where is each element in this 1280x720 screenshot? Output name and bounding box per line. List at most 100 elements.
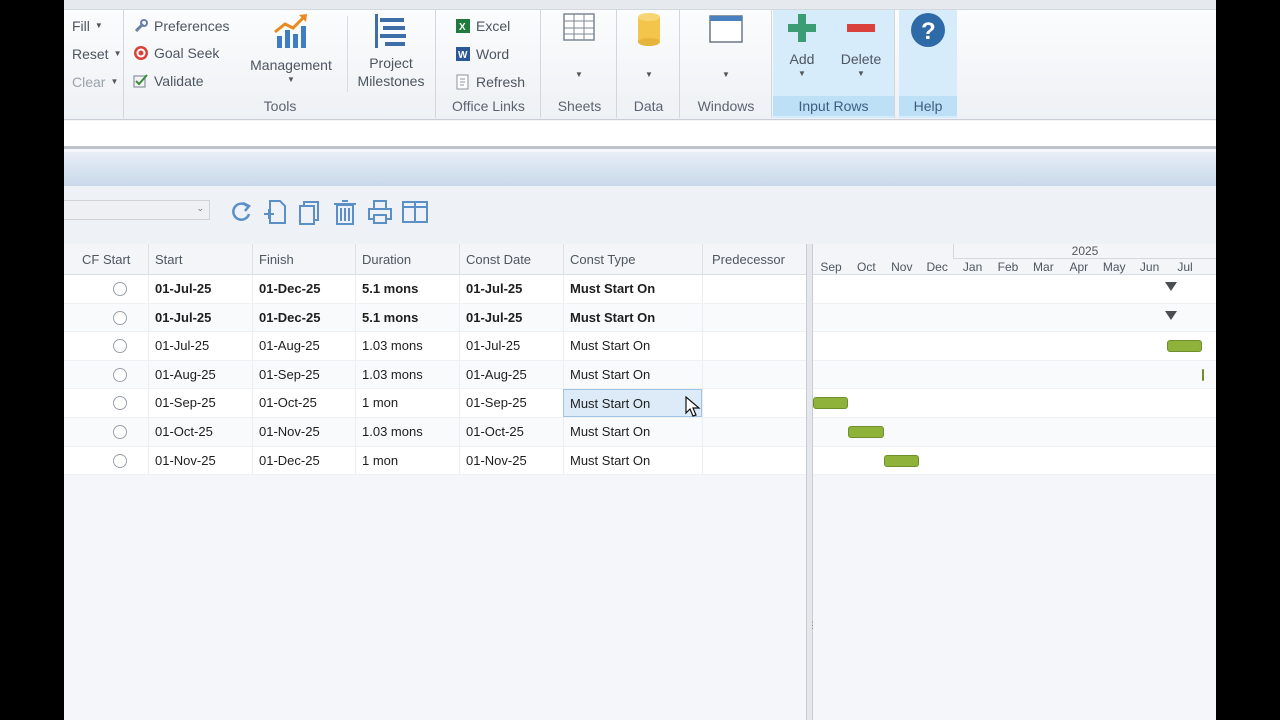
finish-cell[interactable]: 01-Dec-25 <box>252 446 355 475</box>
clear-button[interactable]: Clear ▼ <box>72 71 118 93</box>
column-header-start[interactable]: Start <box>148 244 252 275</box>
table-row[interactable]: 01-Nov-25 01-Dec-25 1 mon 01-Nov-25 Must Sta… <box>64 446 806 476</box>
column-header-predecessor[interactable]: Predecessor <box>702 244 806 275</box>
finish-cell[interactable]: 01-Aug-25 <box>252 332 355 361</box>
help-button[interactable]: ? <box>909 12 947 52</box>
const-date-cell[interactable]: 01-Jul-25 <box>459 332 563 361</box>
const-date-cell[interactable]: 01-Jul-25 <box>459 275 563 303</box>
goal-seek-button[interactable]: Goal Seek <box>133 42 219 64</box>
trash-icon[interactable] <box>331 198 359 226</box>
const-type-cell[interactable]: Must Start On <box>563 360 702 389</box>
const-type-cell[interactable]: Must Start On <box>563 275 702 303</box>
refresh-button[interactable]: Refresh <box>455 71 525 93</box>
duration-cell[interactable]: 1 mon <box>355 389 459 418</box>
const-type-cell[interactable]: Must Start On <box>563 446 702 475</box>
cf-start-radio[interactable] <box>113 310 127 325</box>
duration-cell[interactable]: 5.1 mons <box>355 275 459 303</box>
duration-cell[interactable]: 1 mon <box>355 446 459 475</box>
preferences-button[interactable]: Preferences <box>133 15 229 37</box>
finish-cell[interactable]: 01-Dec-25 <box>252 303 355 332</box>
data-button[interactable]: ▼ <box>630 12 668 80</box>
duration-cell[interactable]: 1.03 mons <box>355 332 459 361</box>
start-cell[interactable]: 01-Nov-25 <box>148 446 252 475</box>
validate-button[interactable]: Validate <box>133 70 204 92</box>
pane-splitter[interactable]: ⋮ <box>806 244 817 720</box>
start-cell[interactable]: 01-Jul-25 <box>148 303 252 332</box>
project-milestones-button[interactable]: Project Milestones <box>351 12 431 90</box>
cf-start-cell[interactable] <box>76 389 148 417</box>
column-header-duration[interactable]: Duration <box>355 244 459 275</box>
const-type-cell[interactable]: Must Start On <box>563 389 702 418</box>
insert-doc-icon[interactable] <box>262 198 290 226</box>
start-cell[interactable]: 01-Aug-25 <box>148 360 252 389</box>
print-icon[interactable] <box>366 198 394 226</box>
table-row[interactable]: 01-Aug-25 01-Sep-25 1.03 mons 01-Aug-25 Must… <box>64 360 806 390</box>
const-date-cell[interactable]: 01-Oct-25 <box>459 418 563 446</box>
add-row-button[interactable]: Add ▼ <box>781 12 823 79</box>
task-bar[interactable] <box>848 426 884 438</box>
delete-row-button[interactable]: Delete ▼ <box>835 12 887 79</box>
cf-start-radio[interactable] <box>113 339 127 354</box>
cf-start-cell[interactable] <box>76 275 148 303</box>
view-selector-dropdown[interactable]: ⌄ <box>64 200 210 220</box>
duration-cell[interactable]: 5.1 mons <box>355 303 459 332</box>
predecessor-cell[interactable] <box>702 446 806 475</box>
column-header-const-date[interactable]: Const Date <box>459 244 563 275</box>
management-button[interactable]: Management ▼ <box>245 12 337 85</box>
reset-button[interactable]: Reset ▼ <box>72 43 122 65</box>
cf-start-radio[interactable] <box>113 425 127 439</box>
predecessor-cell[interactable] <box>702 332 806 361</box>
refresh-icon[interactable] <box>227 198 255 226</box>
duration-cell[interactable]: 1.03 mons <box>355 360 459 389</box>
cf-start-radio[interactable] <box>113 282 127 296</box>
column-header-finish[interactable]: Finish <box>252 244 355 275</box>
cf-start-cell[interactable] <box>76 332 148 360</box>
excel-button[interactable]: X Excel <box>455 15 510 37</box>
formula-bar[interactable] <box>64 121 1216 149</box>
column-header-cf-start[interactable]: CF Start <box>76 244 148 275</box>
task-bar[interactable] <box>1202 368 1205 381</box>
table-row[interactable]: 01-Jul-25 01-Dec-25 5.1 mons 01-Jul-25 Must … <box>64 275 806 304</box>
predecessor-cell[interactable] <box>702 418 806 446</box>
windows-button[interactable]: ▼ <box>705 12 747 80</box>
task-bar[interactable] <box>1167 340 1203 353</box>
split-columns-icon[interactable] <box>401 198 429 226</box>
const-type-cell[interactable]: Must Start On <box>563 332 702 361</box>
cf-start-cell[interactable] <box>76 418 148 446</box>
copy-icon[interactable] <box>295 198 323 226</box>
finish-cell[interactable]: 01-Oct-25 <box>252 389 355 418</box>
finish-cell[interactable]: 01-Sep-25 <box>252 360 355 389</box>
cf-start-cell[interactable] <box>76 361 148 389</box>
const-type-cell[interactable]: Must Start On <box>563 418 702 446</box>
finish-cell[interactable]: 01-Dec-25 <box>252 275 355 303</box>
word-button[interactable]: W Word <box>455 43 509 65</box>
const-date-cell[interactable]: 01-Nov-25 <box>459 446 563 475</box>
fill-button[interactable]: Fill ▼ <box>72 15 103 37</box>
finish-cell[interactable]: 01-Nov-25 <box>252 418 355 446</box>
cf-start-cell[interactable] <box>76 447 148 475</box>
cf-start-radio[interactable] <box>113 367 127 382</box>
sheets-button[interactable]: ▼ <box>559 12 599 80</box>
duration-cell[interactable]: 1.03 mons <box>355 418 459 446</box>
cf-start-radio[interactable] <box>113 396 127 411</box>
table-row[interactable]: 01-Jul-25 01-Aug-25 1.03 mons 01-Jul-25 Must… <box>64 332 806 361</box>
const-date-cell[interactable]: 01-Jul-25 <box>459 303 563 332</box>
predecessor-cell[interactable] <box>702 389 806 418</box>
start-cell[interactable]: 01-Jul-25 <box>148 332 252 361</box>
const-date-cell[interactable]: 01-Aug-25 <box>459 360 563 389</box>
start-cell[interactable]: 01-Sep-25 <box>148 389 252 418</box>
table-row[interactable]: 01-Jul-25 01-Dec-25 5.1 mons 01-Jul-25 Must … <box>64 303 806 333</box>
start-cell[interactable]: 01-Oct-25 <box>148 418 252 446</box>
const-date-cell[interactable]: 01-Sep-25 <box>459 389 563 418</box>
predecessor-cell[interactable] <box>702 360 806 389</box>
predecessor-cell[interactable] <box>702 303 806 332</box>
start-cell[interactable]: 01-Jul-25 <box>148 275 252 303</box>
task-bar[interactable] <box>883 454 920 467</box>
table-row[interactable]: 01-Oct-25 01-Nov-25 1.03 mons 01-Oct-25 Must… <box>64 418 806 447</box>
column-header-const-type[interactable]: Const Type <box>563 244 702 275</box>
task-bar[interactable] <box>813 397 849 410</box>
cf-start-radio[interactable] <box>113 453 127 468</box>
cf-start-cell[interactable] <box>76 304 148 332</box>
predecessor-cell[interactable] <box>702 275 806 303</box>
const-type-cell[interactable]: Must Start On <box>563 303 702 332</box>
